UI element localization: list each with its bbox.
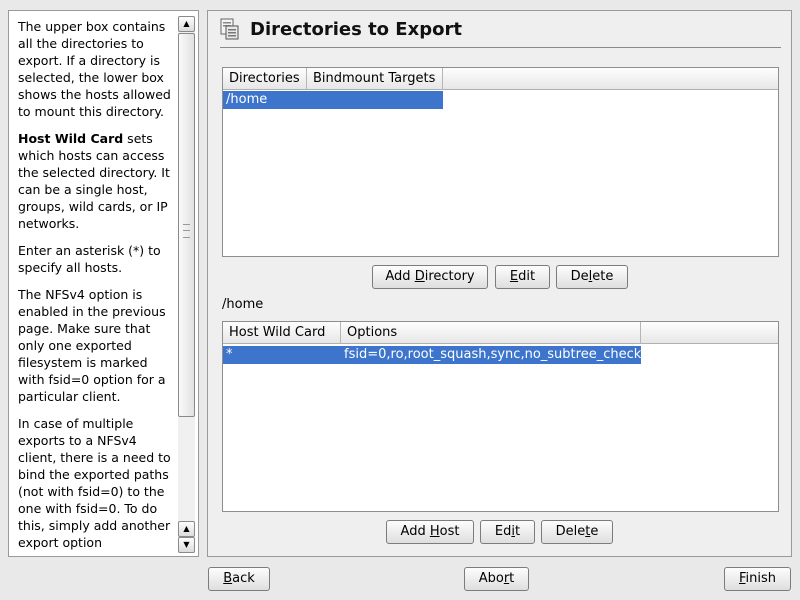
- table-row[interactable]: /home: [223, 91, 443, 109]
- back-button[interactable]: Back: [208, 567, 270, 591]
- scroll-down-button[interactable]: ▼: [178, 537, 195, 553]
- help-text: The upper box contains all the directori…: [18, 18, 176, 556]
- column-header-directories[interactable]: Directories: [223, 68, 307, 90]
- directories-table[interactable]: Directories Bindmount Targets /home: [222, 67, 779, 257]
- column-header-bindmount[interactable]: Bindmount Targets: [307, 68, 443, 90]
- arrow-down-icon: ▼: [183, 540, 190, 549]
- help-paragraph: In case of multiple exports to a NFSv4 c…: [18, 416, 171, 550]
- column-header-options[interactable]: Options: [341, 322, 641, 344]
- options-cell: fsid=0,ro,root_squash,sync,no_subtree_ch…: [344, 347, 642, 362]
- table-header: Host Wild Card Options: [223, 322, 778, 344]
- help-text-span: sets which hosts can access the selected…: [18, 131, 170, 231]
- add-host-button[interactable]: Add Host: [386, 520, 474, 544]
- table-row[interactable]: * fsid=0,ro,root_squash,sync,no_subtree_…: [223, 346, 641, 364]
- help-paragraph: The NFSv4 option is enabled in the previ…: [18, 287, 166, 404]
- scroll-up-button[interactable]: ▲: [178, 16, 195, 32]
- page-title: Directories to Export: [250, 18, 462, 40]
- hosts-table[interactable]: Host Wild Card Options * fsid=0,ro,root_…: [222, 321, 779, 512]
- edit-directory-button[interactable]: Edit: [495, 265, 550, 289]
- help-bold-term: Host Wild Card: [18, 131, 124, 146]
- edit-host-button[interactable]: Edit: [480, 520, 535, 544]
- help-panel: The upper box contains all the directori…: [8, 10, 199, 557]
- help-paragraph: The upper box contains all the directori…: [18, 19, 171, 119]
- finish-button[interactable]: Finish: [724, 567, 791, 591]
- host-cell: *: [226, 347, 233, 362]
- export-folder-icon: [220, 18, 239, 40]
- add-directory-button[interactable]: Add Directory: [372, 265, 488, 289]
- help-paragraph: Enter an asterisk (*) to specify all hos…: [18, 243, 161, 275]
- delete-directory-button[interactable]: Delete: [556, 265, 628, 289]
- selected-directory-label: /home: [222, 297, 264, 312]
- abort-button[interactable]: Abort: [464, 567, 529, 591]
- scroll-up-button-lower[interactable]: ▲: [178, 521, 195, 537]
- arrow-up-icon: ▲: [183, 524, 190, 533]
- scroll-thumb[interactable]: [178, 33, 195, 417]
- table-header: Directories Bindmount Targets: [223, 68, 778, 90]
- help-paragraph: Host Wild Card sets which hosts can acce…: [18, 130, 176, 232]
- column-header-host-wild-card[interactable]: Host Wild Card: [223, 322, 341, 344]
- delete-host-button[interactable]: Delete: [541, 520, 613, 544]
- main-panel: Directories to Export Directories Bindmo…: [207, 10, 792, 557]
- arrow-up-icon: ▲: [183, 19, 190, 28]
- title-divider: [220, 47, 781, 48]
- directory-cell: /home: [226, 92, 268, 107]
- help-scrollbar[interactable]: ▲ ▲ ▼: [178, 16, 195, 553]
- grip-icon: [183, 224, 190, 238]
- title-row: Directories to Export: [220, 17, 462, 41]
